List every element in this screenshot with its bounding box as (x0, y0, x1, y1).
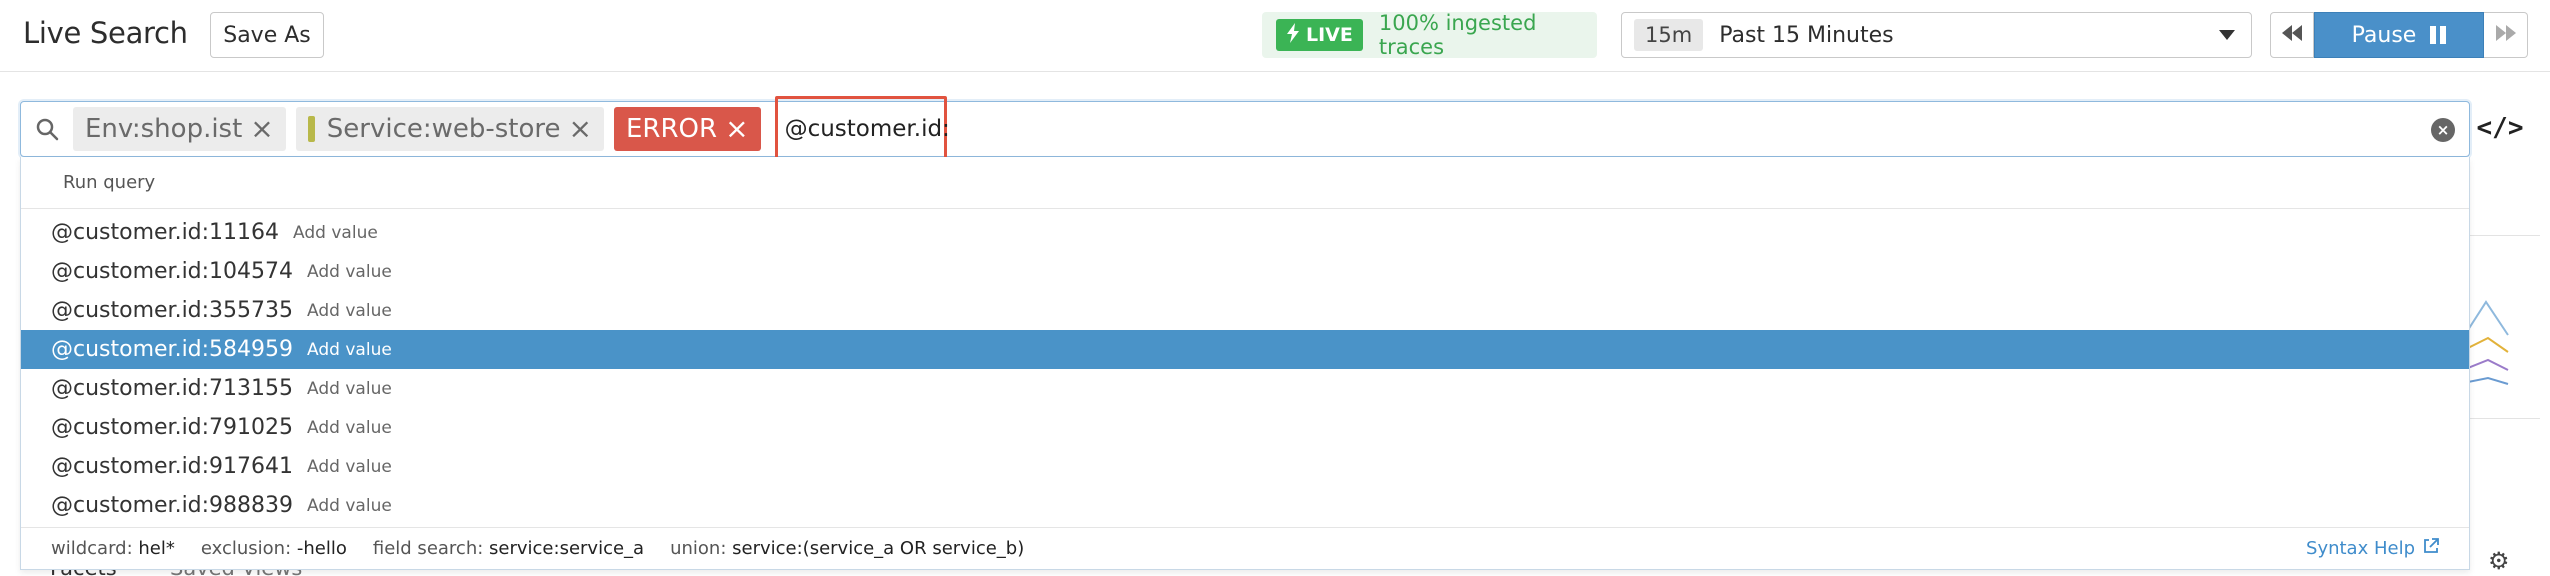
syntax-label: field search: (372, 538, 484, 559)
page-title: Live Search (23, 16, 188, 50)
syntax-help-link[interactable]: Syntax Help (2306, 538, 2439, 559)
syntax-union: union: service:(service_a OR service_b) (670, 538, 1024, 559)
suggestion-item[interactable]: @customer.id:355735 Add value (21, 291, 2469, 330)
time-range-label: Past 15 Minutes (1719, 22, 1894, 48)
fast-forward-button[interactable] (2484, 12, 2528, 58)
add-value-link[interactable]: Add value (293, 223, 378, 243)
add-value-link[interactable]: Add value (307, 301, 392, 321)
filter-chip-env[interactable]: Env:shop.ist × (73, 107, 286, 151)
pause-label: Pause (2351, 22, 2417, 48)
chip-label: Service:web-store (326, 114, 561, 144)
close-icon[interactable]: × (569, 115, 592, 143)
suggestion-item[interactable]: @customer.id:791025 Add value (21, 408, 2469, 447)
ingestion-status: 100% ingested traces (1378, 11, 1537, 59)
background-chart (2468, 300, 2509, 385)
suggestion-value: @customer.id:917641 (51, 454, 294, 479)
syntax-value: -hello (296, 538, 347, 559)
syntax-label: union: (670, 538, 727, 559)
search-input[interactable]: @customer.id: (774, 96, 950, 162)
suggestion-value: @customer.id:791025 (51, 415, 294, 440)
live-badge: LIVE (1276, 19, 1363, 51)
suggestion-value: @customer.id:355735 (51, 298, 294, 323)
chip-label: ERROR (626, 114, 718, 144)
rewind-button[interactable] (2270, 12, 2314, 58)
suggestion-list: @customer.id:11164 Add value @customer.id:… (21, 209, 2469, 525)
syntax-wildcard: wildcard: hel* (51, 538, 175, 559)
fast-forward-icon (2495, 25, 2516, 45)
suggestion-value: @customer.id:584959 (51, 337, 294, 362)
clear-icon[interactable]: × (2431, 118, 2455, 142)
add-value-link[interactable]: Add value (307, 340, 392, 360)
suggestion-item[interactable]: @customer.id:11164 Add value (21, 213, 2469, 252)
save-as-button[interactable]: Save As (210, 12, 324, 58)
autocomplete-dropdown: Run query @customer.id:11164 Add value @cu… (20, 157, 2470, 570)
syntax-hint-bar: wildcard: hel* exclusion: -hello field s… (21, 527, 2469, 569)
run-query-option[interactable]: Run query (21, 157, 2469, 209)
suggestion-item[interactable]: @customer.id:988839 Add value (21, 486, 2469, 525)
suggestion-item[interactable]: @customer.id:104574 Add value (21, 252, 2469, 291)
external-link-icon (2423, 538, 2439, 559)
suggestion-value: @customer.id:713155 (51, 376, 294, 401)
add-value-link[interactable]: Add value (307, 262, 392, 282)
syntax-exclusion: exclusion: -hello (201, 538, 347, 559)
search-icon (21, 117, 73, 141)
syntax-value: hel* (138, 538, 175, 559)
syntax-field-search: field search: service:service_a (373, 538, 644, 559)
syntax-value: service:service_a (489, 538, 645, 559)
syntax-help-label: Syntax Help (2306, 538, 2415, 559)
query-text: @customer.id: (784, 116, 950, 142)
pause-icon (2430, 26, 2447, 44)
page-header: Live Search Save As LIVE 100% ingested t… (0, 0, 2550, 72)
live-label: LIVE (1306, 24, 1353, 46)
syntax-label: exclusion: (200, 538, 292, 559)
suggestion-item[interactable]: @customer.id:917641 Add value (21, 447, 2469, 486)
add-value-link[interactable]: Add value (307, 418, 392, 438)
suggestion-value: @customer.id:104574 (51, 259, 294, 284)
time-range-select[interactable]: 15m Past 15 Minutes (1621, 12, 2252, 58)
lightning-icon (1286, 22, 1300, 48)
rewind-icon (2282, 25, 2302, 45)
filter-chip-service[interactable]: Service:web-store × (295, 107, 604, 151)
chip-label: Env:shop.ist (85, 114, 243, 144)
add-value-link[interactable]: Add value (307, 496, 392, 516)
search-bar[interactable]: Env:shop.ist × Service:web-store × ERROR… (20, 96, 2470, 162)
close-icon[interactable]: × (250, 115, 273, 143)
live-status: LIVE 100% ingested traces (1262, 11, 1597, 59)
close-icon[interactable]: × (725, 115, 748, 143)
background-divider (2470, 418, 2540, 419)
suggestion-item[interactable]: @customer.id:713155 Add value (21, 369, 2469, 408)
suggestion-value: @customer.id:11164 (51, 220, 280, 245)
filter-chip-error[interactable]: ERROR × (614, 107, 761, 151)
code-view-icon[interactable]: </> (2477, 108, 2524, 148)
pause-button[interactable]: Pause (2314, 12, 2484, 58)
syntax-label: wildcard: (51, 538, 133, 559)
time-range-chip: 15m (1634, 19, 1704, 51)
chevron-down-icon (2219, 30, 2235, 40)
add-value-link[interactable]: Add value (307, 379, 392, 399)
suggestion-item[interactable]: @customer.id:584959 Add value (21, 330, 2469, 369)
add-value-link[interactable]: Add value (307, 457, 392, 477)
syntax-value: service:(service_a OR service_b) (732, 538, 1025, 559)
gear-icon[interactable]: ⚙ (2488, 547, 2510, 575)
service-color-marker (307, 116, 315, 142)
suggestion-value: @customer.id:988839 (51, 493, 294, 518)
background-divider (2470, 235, 2540, 236)
